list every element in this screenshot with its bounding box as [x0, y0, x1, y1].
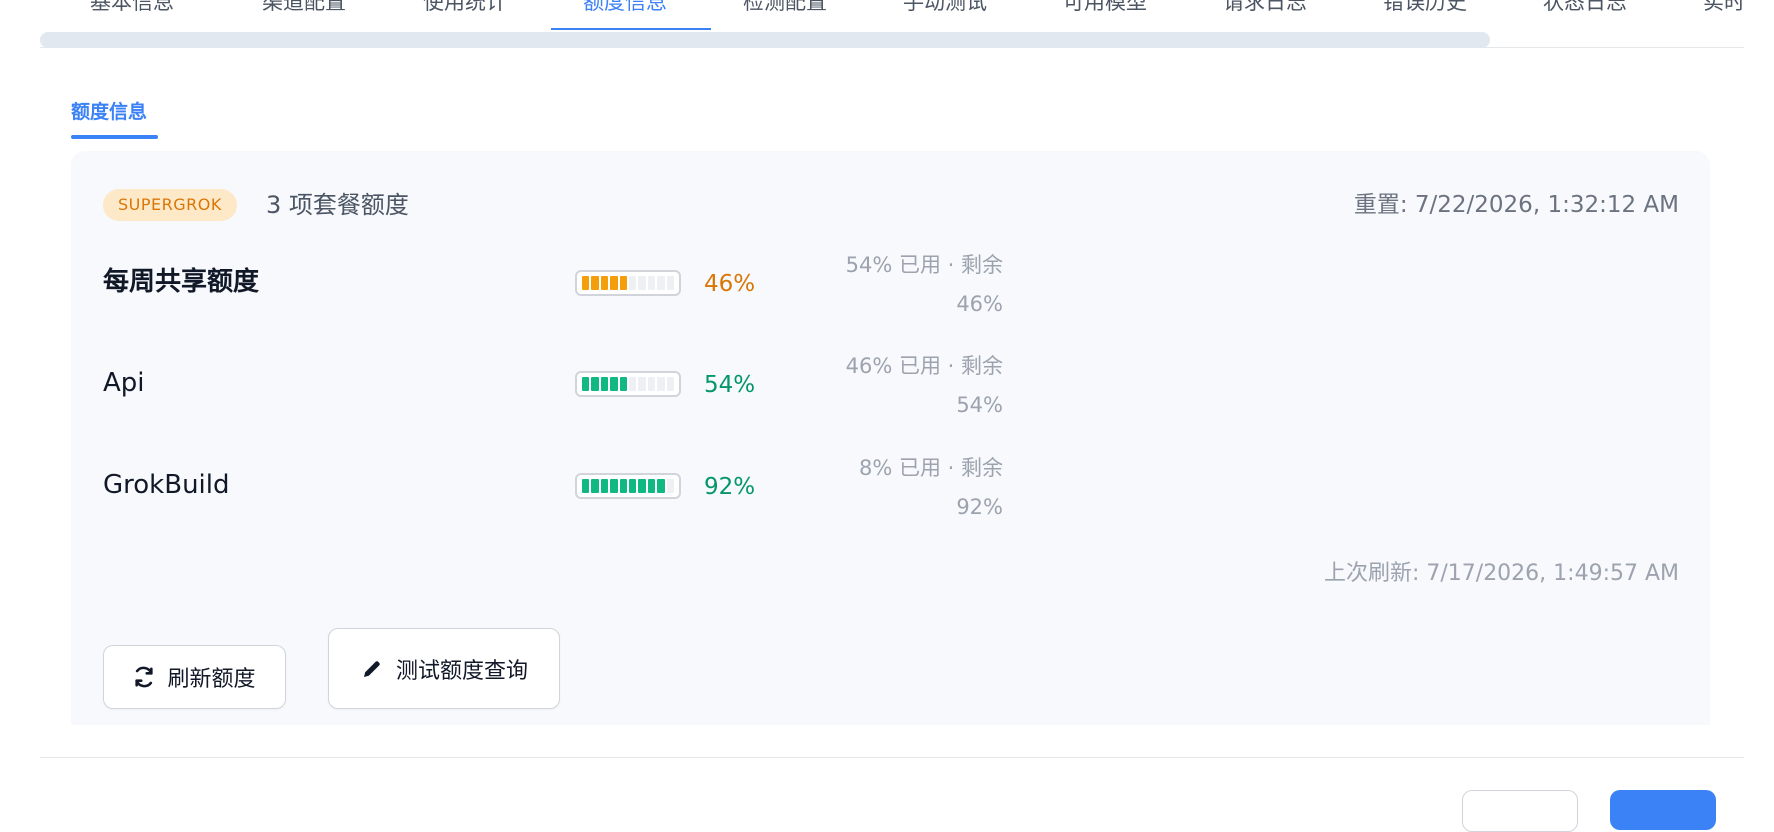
quota-bar [575, 270, 681, 296]
quota-bar-segment [657, 479, 665, 493]
tab-status-logs[interactable]: 状态日志 [1543, 0, 1627, 16]
quota-bar-segment [666, 276, 675, 290]
tab-detection-config[interactable]: 检测配置 [743, 0, 827, 16]
quota-bar-segment [600, 276, 609, 290]
quota-name: GrokBuild [103, 470, 230, 500]
quota-bar-segment [657, 377, 665, 391]
quota-bar-segment [629, 377, 637, 391]
quota-bar-segment [638, 377, 646, 391]
quota-detail: 8% 已用 · 剩余 92% [843, 449, 1003, 527]
subtab-quota-info[interactable]: 额度信息 [71, 97, 147, 124]
quota-bar-segment [610, 377, 618, 391]
quota-bar-segment [657, 276, 665, 290]
quota-detail-remaining: 54% [956, 393, 1003, 417]
quota-detail-remaining: 46% [956, 292, 1003, 316]
quota-bar-segment [629, 276, 637, 290]
test-quota-query-label: 测试额度查询 [395, 657, 528, 683]
quota-bar-segment [619, 377, 628, 391]
refresh-quota-button[interactable]: 刷新额度 [103, 645, 286, 709]
quota-bar-segment [591, 276, 599, 290]
quota-detail-remaining: 92% [956, 495, 1003, 519]
last-refresh-time: 上次刷新: 7/17/2026, 1:49:57 AM [1323, 561, 1679, 586]
tab-manual-test[interactable]: 手动测试 [903, 0, 987, 16]
quota-bar-segment [647, 276, 656, 290]
quota-bar-segment [610, 276, 618, 290]
quota-detail: 46% 已用 · 剩余 54% [843, 347, 1003, 425]
quota-bar-segment [666, 479, 675, 493]
tab-channel-config[interactable]: 渠道配置 [262, 0, 346, 16]
quota-bar-segment [647, 377, 656, 391]
footer-primary-button[interactable] [1610, 790, 1716, 830]
quota-summary: 3 项套餐额度 [266, 191, 409, 219]
pen-icon [363, 660, 380, 677]
tab-available-models[interactable]: 可用模型 [1063, 0, 1147, 16]
quota-bar-segment [591, 479, 599, 493]
quota-bar [575, 473, 681, 499]
subtab-indicator [71, 135, 158, 139]
tab-basic-info[interactable]: 基本信息 [90, 0, 174, 16]
test-quota-query-button[interactable]: 测试额度查询 [328, 628, 560, 709]
tab-usage-stats[interactable]: 使用统计 [423, 0, 507, 16]
plan-badge: SUPERGROK [103, 189, 237, 221]
quota-name: 每周共享额度 [103, 267, 260, 297]
quota-bar-segment [619, 276, 628, 290]
quota-bar-segment [647, 479, 656, 493]
tab-realtime[interactable]: 实时 [1703, 0, 1745, 16]
refresh-quota-label: 刷新额度 [167, 666, 256, 691]
quota-bar-segment [610, 479, 618, 493]
quota-bar-segment [582, 276, 590, 290]
reset-time: 重置: 7/22/2026, 1:32:12 AM [1353, 192, 1679, 218]
quota-bar-segment [600, 479, 609, 493]
quota-bar [575, 371, 681, 397]
quota-bar-segment [638, 479, 646, 493]
footer-cancel-button[interactable] [1462, 790, 1578, 832]
refresh-icon [135, 666, 154, 688]
quota-bar-segment [629, 479, 637, 493]
tab-request-logs[interactable]: 请求日志 [1223, 0, 1307, 16]
quota-detail: 54% 已用 · 剩余 46% [843, 246, 1003, 324]
quota-detail-used: 46% 已用 · 剩余 [845, 354, 1003, 378]
tab-quota-info[interactable]: 额度信息 [583, 0, 667, 16]
quota-detail-used: 54% 已用 · 剩余 [845, 253, 1003, 277]
quota-percent: 46% [704, 271, 756, 297]
quota-percent: 54% [704, 372, 756, 398]
quota-name: Api [103, 368, 145, 398]
quota-row: 每周共享额度 46% 54% 已用 · 剩余 46% [103, 246, 1003, 326]
quota-bar-segment [582, 479, 590, 493]
quota-bar-segment [591, 377, 599, 391]
quota-percent: 92% [704, 474, 756, 500]
active-tab-indicator [551, 28, 711, 30]
tab-scrollbar[interactable] [40, 32, 1490, 48]
quota-bar-segment [582, 377, 590, 391]
quota-card: SUPERGROK 3 项套餐额度 重置: 7/22/2026, 1:32:12… [71, 151, 1710, 725]
tab-error-history[interactable]: 错误历史 [1383, 0, 1467, 16]
quota-detail-used: 8% 已用 · 剩余 [858, 456, 1003, 480]
tab-bar: 基本信息 渠道配置 使用统计 额度信息 检测配置 手动测试 可用模型 请求日志 … [0, 0, 1774, 30]
quota-bar-segment [600, 377, 609, 391]
quota-bar-segment [666, 377, 675, 391]
quota-row: Api 54% 46% 已用 · 剩余 54% [103, 347, 1003, 427]
quota-bar-segment [619, 479, 628, 493]
footer-divider [40, 757, 1744, 758]
quota-bar-segment [638, 276, 646, 290]
quota-row: GrokBuild 92% 8% 已用 · 剩余 92% [103, 449, 1003, 529]
